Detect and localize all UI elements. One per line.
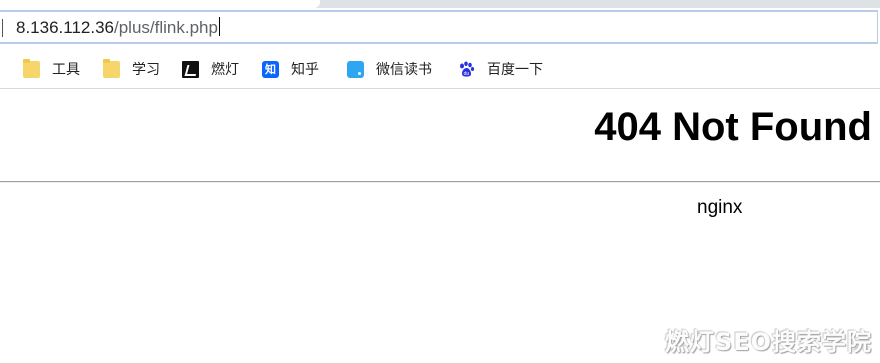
url-text[interactable]: 8.136.112.36/plus/flink.php: [16, 17, 220, 38]
bookmark-weread[interactable]: 微信读书: [347, 58, 432, 80]
watermark: 燃灯SEO搜索学院: [664, 328, 872, 356]
weread-icon: [347, 60, 364, 78]
bookmark-label: 学习: [132, 62, 160, 78]
bookmark-study[interactable]: 学习: [103, 58, 160, 80]
url-input[interactable]: 8.136.112.36/plus/flink.php: [0, 10, 878, 44]
bookmark-label: 百度一下: [487, 62, 543, 78]
bookmark-tools[interactable]: 工具: [23, 58, 80, 80]
error-heading: 404 Not Found: [594, 105, 872, 149]
omnibox-edge: [2, 19, 3, 37]
bookmark-randeng[interactable]: 燃灯: [182, 58, 239, 80]
bookmark-label: 微信读书: [376, 62, 432, 78]
active-tab[interactable]: [0, 0, 320, 8]
address-bar: 8.136.112.36/plus/flink.php: [0, 8, 880, 50]
text-cursor: [218, 17, 220, 36]
bookmark-label: 燃灯: [211, 62, 239, 78]
bookmark-baidu[interactable]: du 百度一下: [458, 58, 543, 80]
divider: [0, 181, 880, 183]
baidu-paw-icon: du: [458, 61, 475, 78]
bookmarks-bar: 工具 学习 燃灯 知 知乎 微信读书 du 百度一下: [0, 52, 880, 89]
server-name: nginx: [697, 197, 743, 218]
folder-icon: [103, 58, 120, 78]
folder-icon: [23, 58, 40, 78]
bookmark-label: 知乎: [291, 62, 319, 78]
bookmark-zhihu[interactable]: 知 知乎: [262, 58, 319, 80]
randeng-icon: [182, 60, 199, 78]
zhihu-icon: 知: [262, 60, 279, 78]
url-path: /plus/flink.php: [114, 18, 218, 37]
bookmark-label: 工具: [52, 62, 80, 78]
tab-strip: [0, 0, 880, 8]
svg-text:du: du: [464, 71, 470, 77]
url-host: 8.136.112.36: [16, 18, 114, 37]
